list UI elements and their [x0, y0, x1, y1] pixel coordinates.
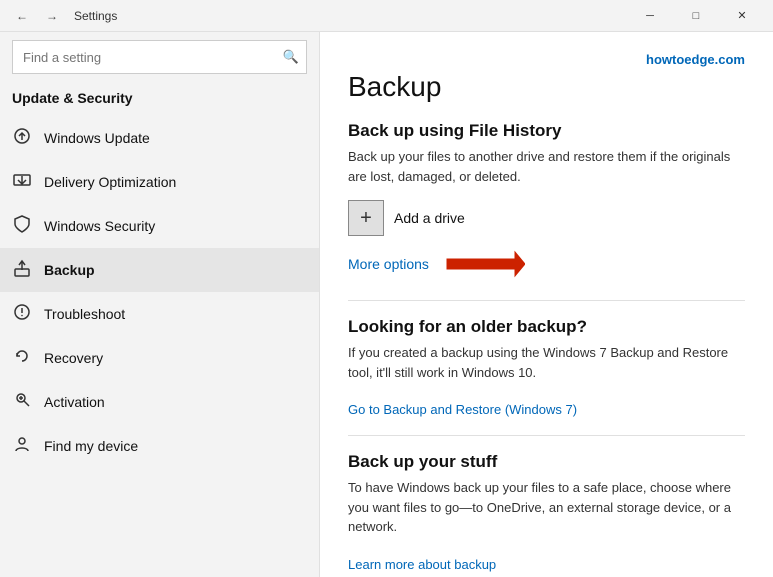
add-drive-row: + Add a drive [348, 200, 745, 236]
brand-link: howtoedge.com [348, 52, 745, 67]
sidebar-item-label: Backup [44, 262, 95, 278]
arrow-annotation [445, 250, 525, 278]
find-my-device-icon [12, 435, 32, 457]
divider-2 [348, 435, 745, 436]
back-button[interactable]: ← [8, 2, 36, 30]
sidebar-item-activation[interactable]: Activation [0, 380, 319, 424]
windows-security-icon [12, 215, 32, 237]
sidebar-item-find-my-device[interactable]: Find my device [0, 424, 319, 468]
backup-restore-link[interactable]: Go to Backup and Restore (Windows 7) [348, 402, 577, 417]
maximize-button[interactable]: □ [673, 0, 719, 32]
sidebar-item-label: Troubleshoot [44, 306, 125, 322]
search-input[interactable] [12, 40, 307, 74]
sidebar-item-delivery-optimization[interactable]: Delivery Optimization [0, 160, 319, 204]
activation-icon [12, 391, 32, 413]
more-options-row: More options [348, 250, 745, 278]
windows-update-icon [12, 127, 32, 149]
content-area: howtoedge.com Backup Back up using File … [320, 32, 773, 577]
sidebar-item-backup[interactable]: Backup [0, 248, 319, 292]
sidebar-item-label: Delivery Optimization [44, 174, 176, 190]
sidebar-item-label: Recovery [44, 350, 103, 366]
sidebar-item-recovery[interactable]: Recovery [0, 336, 319, 380]
divider [348, 300, 745, 301]
file-history-heading: Back up using File History [348, 121, 745, 141]
delivery-optimization-icon [12, 171, 32, 193]
titlebar: ← → Settings ─ □ ✕ [0, 0, 773, 32]
backup-stuff-heading: Back up your stuff [348, 452, 745, 472]
titlebar-title: Settings [74, 9, 117, 23]
sidebar-item-troubleshoot[interactable]: Troubleshoot [0, 292, 319, 336]
close-button[interactable]: ✕ [719, 0, 765, 32]
sidebar-item-windows-update[interactable]: Windows Update [0, 116, 319, 160]
backup-stuff-desc: To have Windows back up your files to a … [348, 478, 745, 537]
sidebar-search-area: 🔍 [0, 32, 319, 86]
learn-more-link[interactable]: Learn more about backup [348, 557, 496, 572]
add-drive-button[interactable]: + [348, 200, 384, 236]
sidebar-item-label: Windows Update [44, 130, 150, 146]
main-container: 🔍 Update & Security Windows Update [0, 32, 773, 577]
sidebar-item-label: Activation [44, 394, 105, 410]
sidebar: 🔍 Update & Security Windows Update [0, 32, 320, 577]
forward-button[interactable]: → [38, 2, 66, 30]
sidebar-item-label: Windows Security [44, 218, 155, 234]
older-backup-desc: If you created a backup using the Window… [348, 343, 745, 382]
recovery-icon [12, 347, 32, 369]
sidebar-item-windows-security[interactable]: Windows Security [0, 204, 319, 248]
file-history-desc: Back up your files to another drive and … [348, 147, 745, 186]
titlebar-nav: ← → [8, 2, 66, 30]
troubleshoot-icon [12, 303, 32, 325]
more-options-link[interactable]: More options [348, 256, 429, 272]
window-controls: ─ □ ✕ [627, 0, 765, 32]
sidebar-section-title: Update & Security [0, 86, 319, 116]
page-title: Backup [348, 71, 745, 103]
backup-icon [12, 259, 32, 281]
sidebar-item-label: Find my device [44, 438, 138, 454]
older-backup-heading: Looking for an older backup? [348, 317, 745, 337]
add-drive-label: Add a drive [394, 210, 465, 226]
minimize-button[interactable]: ─ [627, 0, 673, 32]
